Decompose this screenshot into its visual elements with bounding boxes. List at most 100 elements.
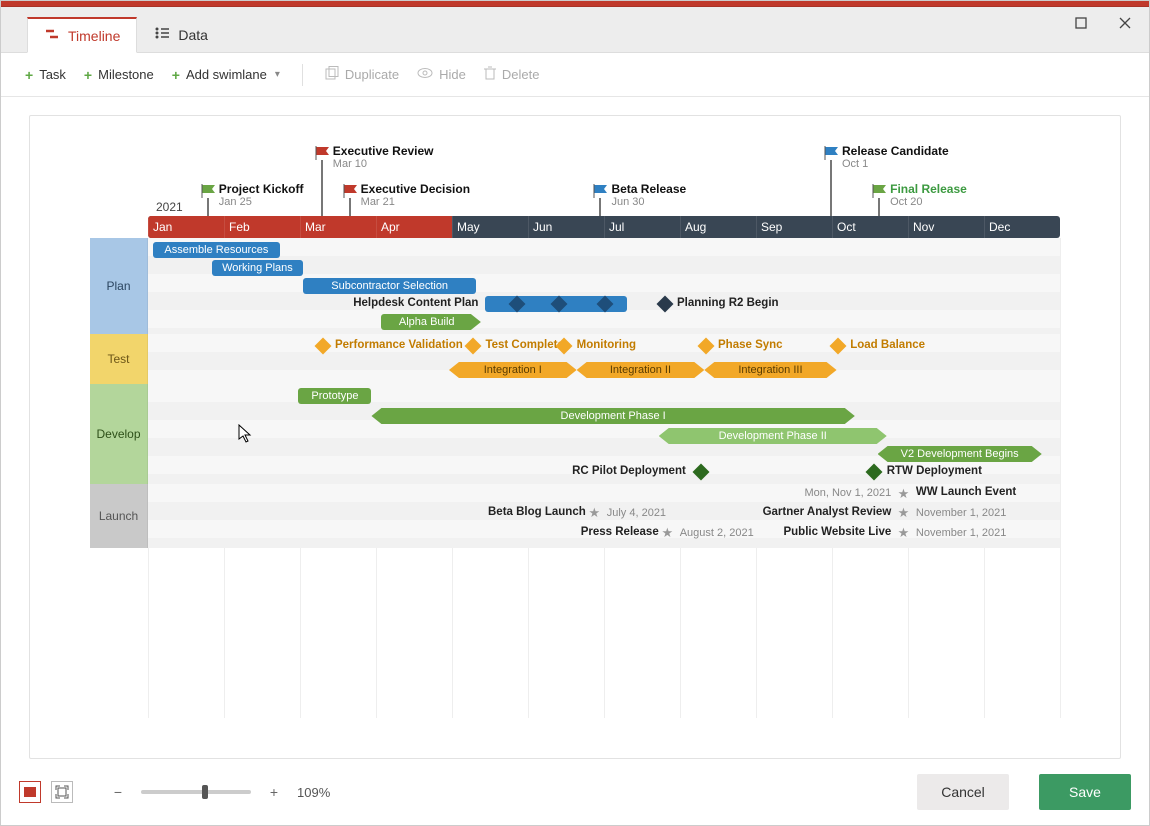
flag-label: Executive Decision xyxy=(361,182,470,196)
lane-develop[interactable]: Develop Prototype Development Phase I De… xyxy=(90,384,1060,484)
milestone-ps[interactable] xyxy=(697,338,714,355)
task-integration-2[interactable]: Integration II xyxy=(577,362,705,378)
timeline-flag[interactable]: Executive ReviewMar 10 xyxy=(315,146,331,216)
hide-button[interactable]: Hide xyxy=(417,67,466,82)
flag-label: Project Kickoff xyxy=(219,182,304,196)
milestone-tc[interactable] xyxy=(465,338,482,355)
task-helpdesk[interactable] xyxy=(485,296,626,312)
lane-plan[interactable]: Plan Assemble Resources Working Plans Su… xyxy=(90,238,1060,334)
month-cell[interactable]: May xyxy=(452,216,528,238)
add-task-button[interactable]: + Task xyxy=(25,67,66,83)
lane-launch[interactable]: Launch Mon, Nov 1, 2021 ★ WW Launch Even… xyxy=(90,484,1060,548)
month-axis[interactable]: JanFebMarAprMayJunJulAugSepOctNovDec xyxy=(148,216,1060,238)
save-button[interactable]: Save xyxy=(1039,774,1131,810)
lane-develop-body: Prototype Development Phase I Developmen… xyxy=(148,384,1060,484)
zoom-in-button[interactable]: + xyxy=(267,784,281,800)
beta-date: July 4, 2021 xyxy=(607,507,666,519)
month-cell[interactable]: Feb xyxy=(224,216,300,238)
delete-label: Delete xyxy=(502,67,540,82)
press-date: August 2, 2021 xyxy=(680,527,754,539)
zoom-slider[interactable] xyxy=(141,790,251,794)
milestone-planning-r2[interactable] xyxy=(656,296,673,313)
delete-button[interactable]: Delete xyxy=(484,66,540,83)
task-devphase2[interactable]: Development Phase II xyxy=(659,428,887,444)
timeline-icon xyxy=(44,27,60,44)
tab-strip: Timeline Data xyxy=(1,7,1149,53)
zoom-thumb[interactable] xyxy=(202,785,208,799)
month-cell[interactable]: Oct xyxy=(832,216,908,238)
chevron-down-icon: ▾ xyxy=(275,69,280,80)
lane-test-label: Test xyxy=(90,334,148,384)
task-helpdesk-label: Helpdesk Content Plan xyxy=(353,297,478,309)
cancel-button[interactable]: Cancel xyxy=(917,774,1009,810)
app-window: Timeline Data + Task + Milestone + Add s… xyxy=(0,0,1150,826)
task-integration-1[interactable]: Integration I xyxy=(449,362,577,378)
checkpoint-diamond-icon xyxy=(508,296,525,313)
maximize-icon[interactable] xyxy=(1063,11,1099,35)
tab-timeline[interactable]: Timeline xyxy=(27,17,137,53)
milestone-rtw-label: RTW Deployment xyxy=(887,465,982,477)
flag-label: Executive Review xyxy=(333,144,434,158)
month-cell[interactable]: Aug xyxy=(680,216,756,238)
timeline-canvas[interactable]: Project KickoffJan 25Executive ReviewMar… xyxy=(29,115,1121,759)
milestone-perf[interactable] xyxy=(314,338,331,355)
timeline-flag[interactable]: Executive DecisionMar 21 xyxy=(343,184,359,216)
timeline-flag[interactable]: Release CandidateOct 1 xyxy=(824,146,840,216)
footer: − + 109% Cancel Save xyxy=(1,769,1149,825)
milestone-lb-label: Load Balance xyxy=(850,339,925,351)
task-integration-3[interactable]: Integration III xyxy=(704,362,836,378)
hide-label: Hide xyxy=(439,67,466,82)
task-working-plans[interactable]: Working Plans xyxy=(212,260,303,276)
milestone-rtw[interactable] xyxy=(866,464,883,481)
star-icon[interactable]: ★ xyxy=(898,525,912,539)
beta-label: Beta Blog Launch xyxy=(488,506,586,518)
timeline-flag[interactable]: Project KickoffJan 25 xyxy=(201,184,217,216)
duplicate-button[interactable]: Duplicate xyxy=(325,66,399,83)
task-prototype[interactable]: Prototype xyxy=(298,388,371,404)
month-cell[interactable]: Sep xyxy=(756,216,832,238)
month-cell[interactable]: Jan xyxy=(148,216,224,238)
close-icon[interactable] xyxy=(1107,11,1143,35)
star-icon[interactable]: ★ xyxy=(898,486,912,500)
star-icon[interactable]: ★ xyxy=(588,505,602,519)
lane-plan-label: Plan xyxy=(90,238,148,334)
month-cell[interactable]: Mar xyxy=(300,216,376,238)
star-icon[interactable]: ★ xyxy=(898,505,912,519)
milestone-lb[interactable] xyxy=(830,338,847,355)
plus-icon: + xyxy=(84,67,92,83)
zoom-out-button[interactable]: − xyxy=(111,784,125,800)
task-alpha-build[interactable]: Alpha Build xyxy=(381,314,481,330)
lane-test[interactable]: Test Performance Validation Test Complet… xyxy=(90,334,1060,384)
add-swimlane-button[interactable]: + Add swimlane ▾ xyxy=(172,67,280,83)
add-milestone-button[interactable]: + Milestone xyxy=(84,67,154,83)
month-cell[interactable]: Jun xyxy=(528,216,604,238)
task-assemble-resources[interactable]: Assemble Resources xyxy=(153,242,281,258)
plus-icon: + xyxy=(172,67,180,83)
month-cell[interactable]: Dec xyxy=(984,216,1060,238)
month-cell[interactable]: Jul xyxy=(604,216,680,238)
fit-selection-button[interactable] xyxy=(19,781,41,803)
star-icon[interactable]: ★ xyxy=(661,525,675,539)
month-cell[interactable]: Nov xyxy=(908,216,984,238)
add-swimlane-label: Add swimlane xyxy=(186,67,267,82)
task-devphase1[interactable]: Development Phase I xyxy=(371,408,854,424)
web-label: Public Website Live xyxy=(783,526,891,538)
milestone-rcpilot[interactable] xyxy=(693,464,710,481)
task-v2dev[interactable]: V2 Development Begins xyxy=(878,446,1042,462)
ww-label: WW Launch Event xyxy=(916,486,1016,498)
milestone-ps-label: Phase Sync xyxy=(718,339,783,351)
swimlanes: Plan Assemble Resources Working Plans Su… xyxy=(90,238,1060,718)
gartner-label: Gartner Analyst Review xyxy=(763,506,892,518)
lane-launch-label: Launch xyxy=(90,484,148,548)
month-cell[interactable]: Apr xyxy=(376,216,452,238)
toolbar-separator xyxy=(302,64,303,86)
checkpoint-diamond-icon xyxy=(551,296,568,313)
flag-date: Mar 21 xyxy=(361,196,395,208)
tab-data[interactable]: Data xyxy=(137,16,225,52)
year-label: 2021 xyxy=(156,200,183,214)
timeline-flag[interactable]: Beta ReleaseJun 30 xyxy=(593,184,609,216)
timeline-flag[interactable]: Final ReleaseOct 20 xyxy=(872,184,888,216)
lane-develop-label: Develop xyxy=(90,384,148,484)
task-subcontractor[interactable]: Subcontractor Selection xyxy=(303,278,476,294)
fit-all-button[interactable] xyxy=(51,781,73,803)
